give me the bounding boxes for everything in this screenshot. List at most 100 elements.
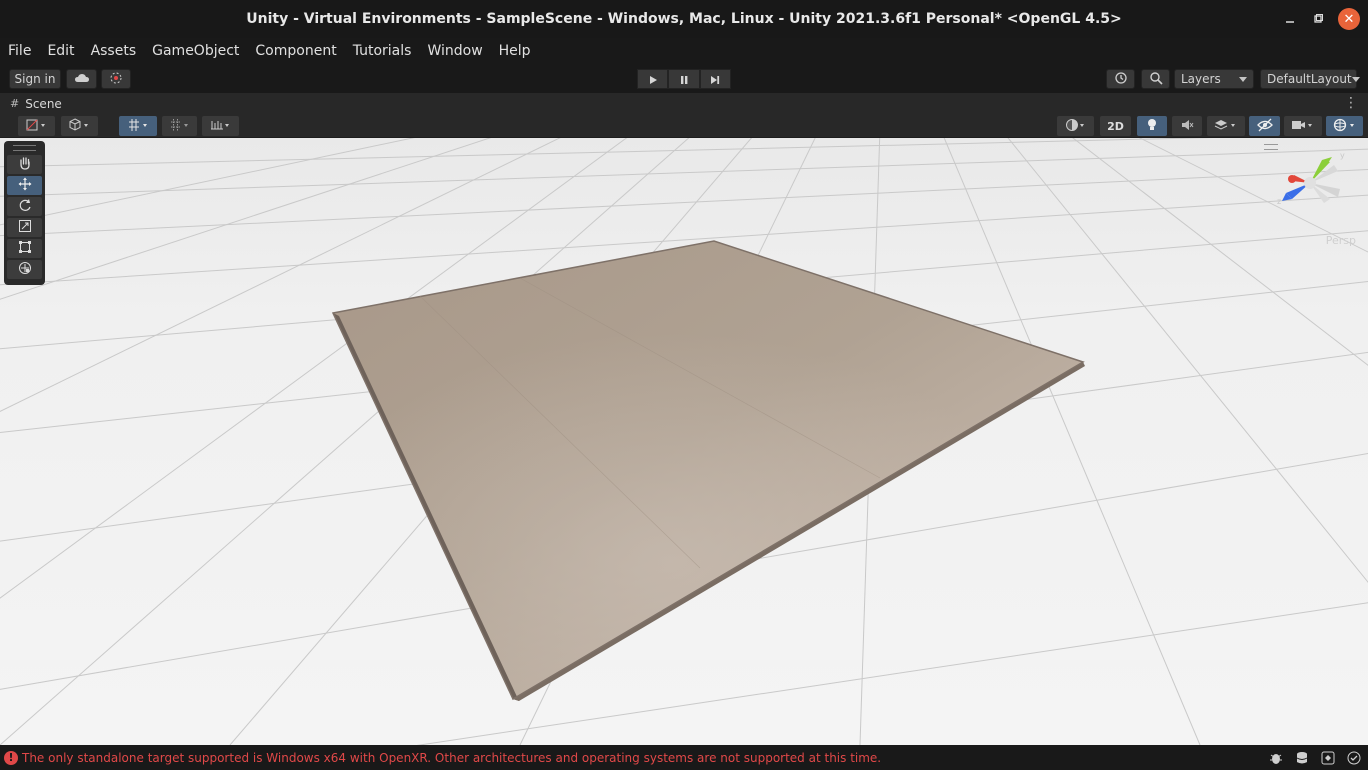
svg-text:y: y	[1340, 151, 1345, 160]
collab-icon	[109, 71, 123, 88]
scale-tool-button[interactable]	[7, 218, 42, 237]
menu-component[interactable]: Component	[255, 43, 344, 59]
scene-grid-icon: #	[10, 97, 20, 110]
unity-editor-window: Unity - Virtual Environments - SampleSce…	[0, 0, 1368, 770]
scene-visibility-button[interactable]	[1249, 116, 1280, 136]
pause-button[interactable]	[668, 69, 700, 89]
sphere-icon	[1065, 117, 1087, 136]
snap-increment-dropdown[interactable]	[162, 116, 197, 136]
hand-tool-button[interactable]	[7, 155, 42, 174]
status-message[interactable]: The only standalone target supported is …	[22, 751, 881, 765]
2d-toggle-button[interactable]: 2D	[1100, 116, 1131, 136]
chevron-down-icon	[1351, 76, 1360, 82]
history-icon	[1114, 71, 1128, 88]
scene-toolbar: 2D	[0, 114, 1368, 138]
scene-camera-dropdown[interactable]	[1284, 116, 1322, 136]
cloud-button[interactable]	[66, 69, 97, 89]
sign-in-label: Sign in	[14, 72, 56, 86]
status-bar: ! The only standalone target supported i…	[0, 745, 1368, 770]
more-options-icon[interactable]: ⋮	[1344, 95, 1358, 111]
increment-snap-dropdown[interactable]	[202, 116, 239, 136]
maximize-icon[interactable]	[1304, 8, 1332, 30]
menu-file[interactable]: File	[8, 43, 39, 59]
chevron-down-icon	[1239, 76, 1247, 82]
close-icon[interactable]: ✕	[1338, 8, 1360, 30]
move-icon	[18, 176, 32, 195]
move-tool-button[interactable]	[7, 176, 42, 195]
layers-stack-icon	[1214, 117, 1238, 136]
rect-icon	[18, 239, 32, 258]
layout-dropdown[interactable]: DefaultLayout	[1260, 69, 1360, 89]
history-button[interactable]	[1106, 69, 1135, 89]
layers-label: Layers	[1181, 72, 1221, 86]
bug-icon[interactable]	[1268, 750, 1284, 766]
shading-sphere-dropdown[interactable]	[1057, 116, 1094, 136]
tab-scene[interactable]: # Scene	[0, 93, 72, 114]
render-settings-dropdown[interactable]	[61, 116, 98, 136]
menu-edit[interactable]: Edit	[47, 43, 82, 59]
layers-dropdown[interactable]: Layers	[1174, 69, 1254, 89]
menu-tutorials[interactable]: Tutorials	[353, 43, 420, 59]
snap-grid-icon	[169, 117, 191, 136]
audio-toggle-button[interactable]	[1172, 116, 1202, 136]
status-icons	[1268, 750, 1362, 766]
scene-render	[0, 138, 1368, 745]
scale-icon	[18, 218, 32, 237]
debug-mode-icon[interactable]	[1320, 750, 1336, 766]
draw-mode-dropdown[interactable]	[18, 116, 55, 136]
rect-tool-button[interactable]	[7, 239, 42, 258]
sign-in-button[interactable]: Sign in	[9, 69, 61, 89]
main-toolbar: Sign in Layers DefaultLayout	[0, 63, 1368, 93]
transform-icon	[18, 260, 32, 279]
hand-icon	[18, 155, 32, 174]
menu-gameobject[interactable]: GameObject	[152, 43, 247, 59]
gizmo-sphere-icon	[1333, 117, 1357, 136]
window-controls: ✕	[1276, 8, 1360, 30]
camera-icon	[1291, 117, 1315, 136]
database-icon[interactable]	[1294, 750, 1310, 766]
layout-label: DefaultLayout	[1267, 72, 1352, 86]
search-icon	[1149, 71, 1163, 88]
step-button[interactable]	[699, 69, 731, 89]
pause-icon	[679, 70, 689, 89]
cloud-icon	[74, 72, 90, 86]
lighting-toggle-button[interactable]	[1137, 116, 1167, 136]
2d-label: 2D	[1107, 119, 1124, 133]
menu-bar: File Edit Assets GameObject Component Tu…	[0, 38, 1368, 63]
svg-text:z: z	[1277, 197, 1281, 206]
eye-slash-icon	[1256, 117, 1273, 136]
step-icon	[710, 70, 720, 89]
transform-tool-button[interactable]	[7, 260, 42, 279]
tab-scene-label: Scene	[25, 96, 62, 111]
cube-icon	[69, 117, 91, 136]
ruler-icon	[210, 117, 232, 136]
overlay-grip-handle[interactable]	[13, 145, 36, 151]
mute-icon	[1180, 117, 1194, 136]
error-icon: !	[4, 750, 18, 765]
grid-icon	[126, 117, 150, 136]
menu-help[interactable]: Help	[499, 43, 539, 59]
collab-button[interactable]	[101, 69, 131, 89]
search-button[interactable]	[1141, 69, 1170, 89]
menu-window[interactable]: Window	[427, 43, 490, 59]
shading-mode-icon	[26, 117, 48, 136]
rotate-tool-button[interactable]	[7, 197, 42, 216]
axis-gizmo-icon: y z	[1277, 151, 1345, 206]
menu-assets[interactable]: Assets	[91, 43, 145, 59]
lightbulb-icon	[1146, 117, 1158, 136]
minimize-icon[interactable]	[1276, 8, 1304, 30]
play-controls	[637, 69, 731, 89]
rotate-icon	[18, 197, 32, 216]
play-button[interactable]	[637, 69, 669, 89]
play-icon	[648, 70, 658, 89]
scene-viewport[interactable]: y z Persp	[0, 138, 1368, 745]
grid-toggle-button[interactable]	[119, 116, 157, 136]
scene-tab-bar: # Scene ⋮	[0, 93, 1368, 114]
projection-label[interactable]: Persp	[1326, 234, 1356, 247]
title-bar: Unity - Virtual Environments - SampleSce…	[0, 0, 1368, 38]
tools-overlay	[4, 141, 45, 285]
gizmos-dropdown[interactable]	[1326, 116, 1363, 136]
checkmark-icon[interactable]	[1346, 750, 1362, 766]
window-title: Unity - Virtual Environments - SampleSce…	[246, 11, 1122, 27]
effects-dropdown[interactable]	[1207, 116, 1245, 136]
